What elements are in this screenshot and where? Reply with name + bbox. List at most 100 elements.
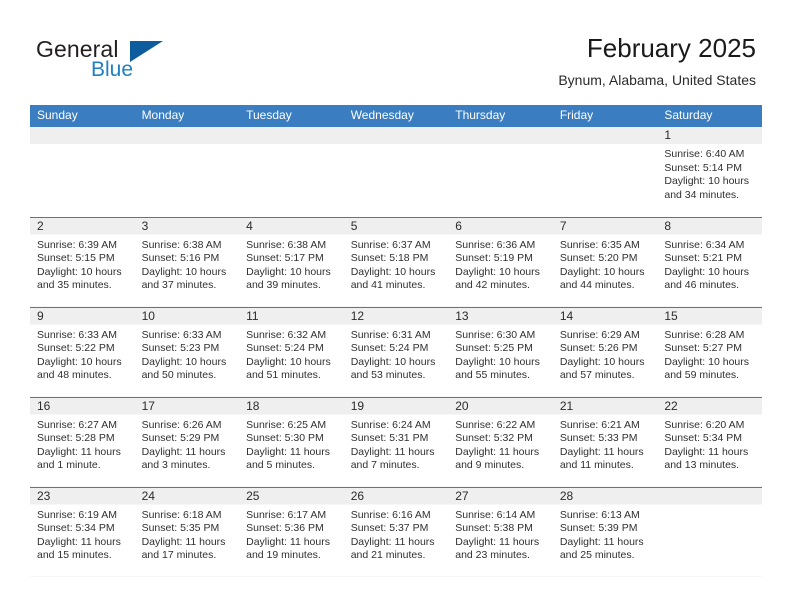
daylight-duration-line1: Daylight: 11 hours (37, 445, 121, 458)
day-sun-info: Sunrise: 6:16 AM Sunset: 5:37 PM Daylight:… (351, 509, 442, 563)
daylight-duration-line1: Daylight: 11 hours (350, 535, 435, 548)
calendar-day-cell[interactable]: 25 Sunrise: 6:17 AM Sunset: 5:36 PM Dayligh… (239, 486, 344, 577)
daylight-duration-line1: Daylight: 10 hours (141, 355, 227, 368)
calendar-day-cell[interactable]: 14 Sunrise: 6:29 AM Sunset: 5:26 PM Dayligh… (552, 306, 658, 397)
sunset-time: Sunset: 5:34 PM (37, 522, 115, 535)
daylight-duration-line1: Daylight: 10 hours (559, 355, 645, 368)
day-number: 21 (559, 398, 574, 413)
day-sun-info: Sunrise: 6:33 AM Sunset: 5:23 PM Daylight:… (142, 329, 233, 383)
calendar-day-cell[interactable]: 26 Sunrise: 6:16 AM Sunset: 5:37 PM Dayligh… (343, 486, 449, 577)
sunrise-time: Sunrise: 6:14 AM (455, 508, 536, 521)
calendar-day-cell[interactable]: 3 Sunrise: 6:38 AM Sunset: 5:16 PM Daylight… (134, 216, 240, 307)
sunrise-time: Sunrise: 6:38 AM (246, 238, 327, 251)
general-blue-logo[interactable]: General Blue (36, 36, 216, 88)
calendar-day-cell[interactable]: 28 Sunrise: 6:13 AM Sunset: 5:39 PM Dayligh… (552, 486, 658, 577)
calendar-day-cell[interactable]: 23 Sunrise: 6:19 AM Sunset: 5:34 PM Dayligh… (30, 486, 135, 577)
calendar-day-cell[interactable]: 16 Sunrise: 6:27 AM Sunset: 5:28 PM Dayligh… (30, 396, 135, 487)
sunrise-time: Sunrise: 6:29 AM (559, 328, 640, 341)
calendar-day-cell[interactable]: 27 Sunrise: 6:14 AM Sunset: 5:38 PM Dayligh… (448, 486, 553, 577)
day-cell-inner: 16 Sunrise: 6:27 AM Sunset: 5:28 PM Dayligh… (30, 398, 135, 473)
sunset-time: Sunset: 5:31 PM (350, 432, 429, 445)
day-cell-inner: 25 Sunrise: 6:17 AM Sunset: 5:36 PM Dayligh… (239, 488, 344, 563)
day-cell-inner: 28 Sunrise: 6:13 AM Sunset: 5:39 PM Dayligh… (553, 488, 658, 563)
calendar-week-row: 1 Sunrise: 6:40 AM Sunset: 5:14 PM Daylight… (30, 127, 762, 217)
daylight-duration-line2: and 25 minutes. (559, 549, 635, 562)
sunrise-time: Sunrise: 6:20 AM (664, 418, 745, 431)
calendar-day-cell[interactable]: 5 Sunrise: 6:37 AM Sunset: 5:18 PM Daylight… (343, 216, 449, 307)
sunrise-time: Sunrise: 6:30 AM (455, 328, 536, 341)
day-number: 2 (37, 218, 44, 233)
day-number: 13 (455, 308, 469, 323)
day-number: 28 (559, 488, 574, 503)
calendar-day-cell-empty (552, 127, 658, 217)
calendar-day-cell[interactable]: 9 Sunrise: 6:33 AM Sunset: 5:22 PM Daylight… (30, 306, 135, 397)
weekday-header-tuesday: Tuesday (239, 105, 344, 127)
calendar-day-cell[interactable]: 13 Sunrise: 6:30 AM Sunset: 5:25 PM Dayligh… (448, 306, 553, 397)
daylight-duration-line2: and 15 minutes. (37, 549, 112, 562)
day-cell-inner: 14 Sunrise: 6:29 AM Sunset: 5:26 PM Dayligh… (553, 308, 658, 383)
calendar-day-cell[interactable]: 15 Sunrise: 6:28 AM Sunset: 5:27 PM Dayligh… (657, 306, 762, 397)
sunrise-time: Sunrise: 6:40 AM (664, 148, 745, 160)
daylight-duration-line1: Daylight: 11 hours (455, 445, 540, 458)
sunset-time: Sunset: 5:39 PM (559, 522, 638, 535)
day-number: 7 (559, 218, 567, 233)
calendar-day-cell[interactable]: 8 Sunrise: 6:34 AM Sunset: 5:21 PM Daylight… (657, 216, 762, 307)
calendar-day-cell[interactable]: 10 Sunrise: 6:33 AM Sunset: 5:23 PM Dayligh… (134, 306, 240, 397)
day-number: 10 (141, 308, 155, 323)
daylight-duration-line1: Daylight: 11 hours (559, 445, 644, 458)
sunrise-time: Sunrise: 6:38 AM (141, 238, 222, 251)
day-number (560, 127, 651, 144)
weekday-header-sunday: Sunday (30, 105, 135, 127)
daylight-duration-line2: and 42 minutes. (455, 279, 530, 292)
sunrise-time: Sunrise: 6:32 AM (246, 328, 327, 341)
day-cell-inner: 2 Sunrise: 6:39 AM Sunset: 5:15 PM Daylight… (30, 218, 135, 293)
daylight-duration-line2: and 51 minutes. (246, 369, 321, 382)
daylight-duration-line1: Daylight: 10 hours (455, 265, 540, 278)
calendar-day-cell[interactable]: 19 Sunrise: 6:24 AM Sunset: 5:31 PM Dayligh… (343, 396, 449, 487)
calendar-day-cell[interactable]: 6 Sunrise: 6:36 AM Sunset: 5:19 PM Daylight… (448, 216, 553, 307)
day-cell-inner: 4 Sunrise: 6:38 AM Sunset: 5:17 PM Daylight… (239, 218, 344, 293)
day-cell-inner (30, 127, 135, 144)
sunset-time: Sunset: 5:36 PM (246, 522, 324, 535)
daylight-duration-line2: and 7 minutes. (350, 459, 420, 472)
calendar-day-cell[interactable]: 2 Sunrise: 6:39 AM Sunset: 5:15 PM Daylight… (30, 216, 135, 307)
calendar-day-cell-empty (343, 127, 449, 217)
day-sun-info: Sunrise: 6:26 AM Sunset: 5:29 PM Daylight:… (142, 419, 233, 473)
daylight-duration-line1: Daylight: 10 hours (37, 355, 122, 368)
calendar-day-cell[interactable]: 12 Sunrise: 6:31 AM Sunset: 5:24 PM Dayligh… (343, 306, 449, 397)
daylight-duration-line2: and 46 minutes. (664, 279, 740, 292)
calendar-day-cell[interactable]: 22 Sunrise: 6:20 AM Sunset: 5:34 PM Dayligh… (657, 396, 762, 487)
sunrise-time: Sunrise: 6:22 AM (455, 418, 536, 431)
sunrise-time: Sunrise: 6:37 AM (350, 238, 431, 251)
calendar-day-cell[interactable]: 24 Sunrise: 6:18 AM Sunset: 5:35 PM Dayligh… (134, 486, 240, 577)
daylight-duration-line1: Daylight: 10 hours (141, 265, 227, 278)
sunrise-time: Sunrise: 6:33 AM (37, 328, 117, 341)
day-cell-inner: 11 Sunrise: 6:32 AM Sunset: 5:24 PM Dayligh… (239, 308, 344, 383)
calendar-day-cell[interactable]: 1 Sunrise: 6:40 AM Sunset: 5:14 PM Daylight… (657, 127, 762, 217)
calendar-day-cell[interactable]: 17 Sunrise: 6:26 AM Sunset: 5:29 PM Dayligh… (134, 396, 240, 487)
sunset-time: Sunset: 5:22 PM (37, 342, 115, 355)
sunset-time: Sunset: 5:38 PM (455, 522, 533, 535)
calendar-day-cell-empty (448, 127, 553, 217)
day-number (351, 127, 442, 144)
calendar-day-cell[interactable]: 21 Sunrise: 6:21 AM Sunset: 5:33 PM Dayligh… (552, 396, 658, 487)
sunset-time: Sunset: 5:20 PM (559, 252, 638, 265)
daylight-duration-line2: and 3 minutes. (141, 459, 211, 472)
page-title: February 2025 (586, 33, 756, 63)
calendar-day-cell[interactable]: 11 Sunrise: 6:32 AM Sunset: 5:24 PM Dayligh… (239, 306, 344, 397)
calendar-week-row: 9 Sunrise: 6:33 AM Sunset: 5:22 PM Daylight… (30, 306, 762, 397)
calendar-day-cell[interactable]: 4 Sunrise: 6:38 AM Sunset: 5:17 PM Daylight… (239, 216, 344, 307)
calendar-day-cell-empty (30, 127, 135, 217)
day-sun-info: Sunrise: 6:28 AM Sunset: 5:27 PM Daylight:… (664, 329, 755, 383)
sunrise-time: Sunrise: 6:25 AM (246, 418, 327, 431)
logo-text-blue: Blue (91, 58, 134, 81)
calendar-day-cell[interactable]: 20 Sunrise: 6:22 AM Sunset: 5:32 PM Dayligh… (448, 396, 553, 487)
calendar-day-cell[interactable]: 7 Sunrise: 6:35 AM Sunset: 5:20 PM Daylight… (552, 216, 658, 307)
daylight-duration-line1: Daylight: 11 hours (350, 445, 435, 458)
day-sun-info: Sunrise: 6:39 AM Sunset: 5:15 PM Daylight:… (37, 239, 128, 293)
day-cell-inner: 19 Sunrise: 6:24 AM Sunset: 5:31 PM Dayligh… (344, 398, 449, 473)
daylight-duration-line1: Daylight: 11 hours (141, 445, 226, 458)
calendar-day-cell[interactable]: 18 Sunrise: 6:25 AM Sunset: 5:30 PM Dayligh… (239, 396, 344, 487)
sunset-time: Sunset: 5:15 PM (37, 252, 115, 265)
calendar-body: 1 Sunrise: 6:40 AM Sunset: 5:14 PM Daylight… (30, 127, 762, 577)
